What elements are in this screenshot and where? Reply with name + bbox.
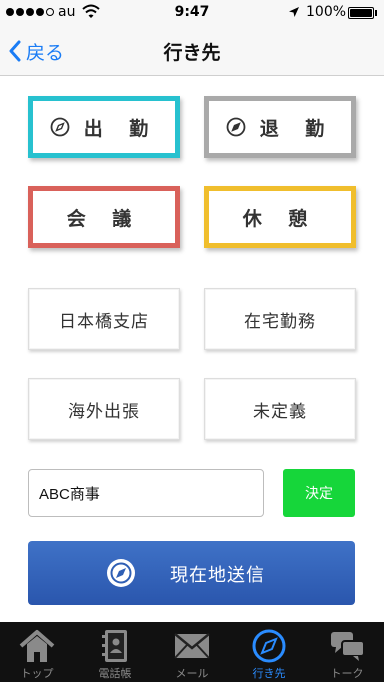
compass-icon (50, 117, 70, 137)
compass-icon (107, 559, 135, 587)
meeting-button[interactable]: 会 議 (28, 186, 180, 248)
tab-top[interactable]: トップ (2, 622, 72, 682)
meeting-label: 会 議 (66, 207, 142, 230)
overseas-trip-button[interactable]: 海外出張 (28, 378, 180, 440)
tab-talk[interactable]: トーク (312, 622, 382, 682)
chat-icon (331, 632, 365, 661)
status-bar: au 9:47 100% (0, 0, 384, 26)
destination-input[interactable] (28, 469, 264, 517)
undefined-button[interactable]: 未定義 (204, 378, 356, 440)
decide-button[interactable]: 決定 (283, 469, 355, 517)
phonebook-icon (102, 630, 127, 662)
go-to-work-label: 出 勤 (83, 117, 159, 140)
leave-work-label: 退 勤 (259, 117, 335, 140)
tab-phonebook[interactable]: 電話帳 (80, 622, 150, 682)
leave-work-button[interactable]: 退 勤 (204, 96, 356, 158)
nihonbashi-branch-label: 日本橋支店 (59, 311, 149, 332)
tab-bar: トップ 電話帳 メール 行き先 トーク (0, 622, 384, 682)
battery-percent: 100% (306, 4, 347, 20)
compass-icon (226, 117, 246, 137)
tab-talk-label: トーク (330, 667, 364, 680)
tab-phonebook-label: 電話帳 (98, 667, 132, 680)
location-arrow-icon (289, 7, 299, 17)
remote-work-label: 在宅勤務 (244, 311, 316, 332)
go-to-work-button[interactable]: 出 勤 (28, 96, 180, 158)
break-button[interactable]: 休 憩 (204, 186, 356, 248)
mail-icon (174, 633, 210, 659)
page-title: 行き先 (163, 42, 221, 64)
overseas-trip-label: 海外出張 (68, 401, 140, 422)
navigation-bar: 戻る 行き先 (0, 26, 384, 76)
battery-icon (348, 7, 374, 19)
tab-top-label: トップ (20, 667, 54, 680)
tab-destination[interactable]: 行き先 (234, 622, 304, 682)
send-location-label: 現在地送信 (170, 565, 265, 586)
remote-work-button[interactable]: 在宅勤務 (204, 288, 356, 350)
nihonbashi-branch-button[interactable]: 日本橋支店 (28, 288, 180, 350)
compass-icon (252, 629, 286, 663)
break-label: 休 憩 (242, 207, 318, 230)
tab-mail-label: メール (175, 667, 209, 680)
undefined-label: 未定義 (253, 401, 307, 422)
send-location-button[interactable]: 現在地送信 (28, 541, 355, 605)
house-icon (19, 630, 55, 662)
tab-destination-label: 行き先 (252, 667, 286, 680)
tab-mail[interactable]: メール (157, 622, 227, 682)
